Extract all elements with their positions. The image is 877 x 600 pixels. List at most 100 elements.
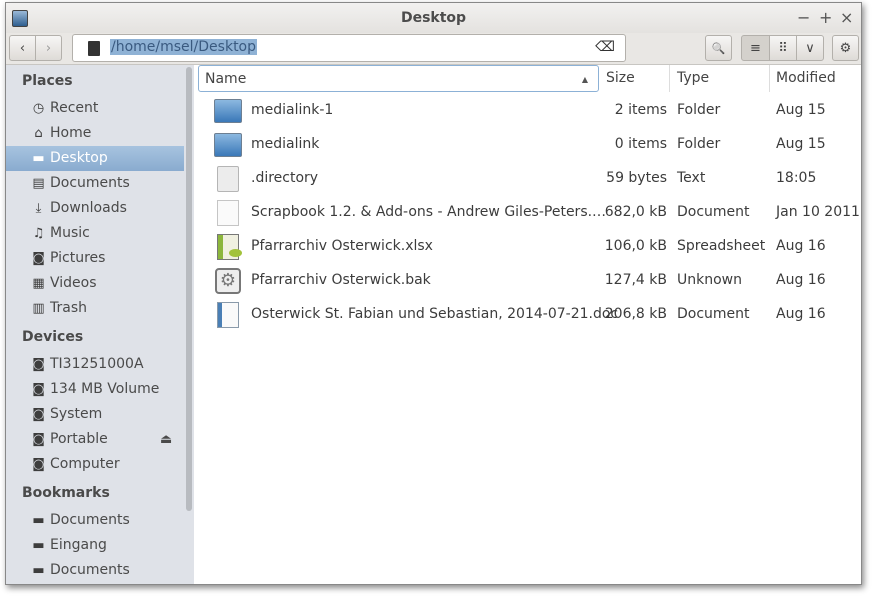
scrollbar-thumb[interactable]	[186, 67, 192, 511]
sidebar-item-label: Portable	[50, 431, 108, 447]
sidebar-item-videos[interactable]: ▦ Videos	[6, 271, 184, 296]
file-size: 682,0 kB	[604, 204, 667, 220]
drive-icon: ◙	[32, 432, 45, 447]
sidebar-item-label: TI31251000A	[50, 356, 144, 372]
list-view-button[interactable]: ≡	[741, 35, 770, 61]
sheet-file-icon	[214, 233, 242, 261]
column-header-size[interactable]: Size	[600, 65, 670, 92]
file-name: Scrapbook 1.2. & Add-ons - Andrew Giles-…	[251, 204, 607, 220]
sort-ascending-icon: ▲	[581, 75, 588, 84]
sidebar-item-label: Desktop	[50, 150, 108, 166]
column-header-type[interactable]: Type	[671, 65, 770, 92]
sidebar-item-documents[interactable]: ▬ Documents	[6, 508, 184, 533]
settings-button[interactable]: ⚙	[832, 35, 859, 61]
sidebar-item-desktop[interactable]: ▬ Desktop	[6, 146, 184, 171]
sidebar-item-label: Documents	[50, 175, 130, 191]
file-type: Spreadsheet	[677, 238, 766, 254]
file-modified: Aug 16	[776, 306, 826, 322]
file-size: 59 bytes	[606, 170, 667, 186]
file-row[interactable]: .directory 59 bytes Text 18:05	[196, 162, 861, 196]
grid-view-button[interactable]: ⠿	[769, 35, 797, 61]
file-size: 0 items	[614, 136, 667, 152]
file-row[interactable]: Osterwick St. Fabian und Sebastian, 2014…	[196, 298, 861, 332]
toolbar: ‹ › /home/msel/Desktop ⌫ 🔍 ≡ ⠿ ∨ ⚙	[6, 33, 861, 65]
file-modified: 18:05	[776, 170, 817, 186]
file-row[interactable]: medialink-1 2 items Folder Aug 15	[196, 94, 861, 128]
file-name: Pfarrarchiv Osterwick.bak	[251, 272, 431, 288]
music-icon: ♫	[32, 226, 45, 241]
clock-icon: ◷	[32, 101, 45, 116]
sidebar-item-label: Documents	[50, 562, 130, 578]
sidebar-section-devices: Devices	[22, 329, 84, 345]
file-list: Name ▲ Size Type Modified medialink-1 2 i…	[196, 65, 861, 584]
sidebar-item-music[interactable]: ♫ Music	[6, 221, 184, 246]
sidebar-item-label: Trash	[50, 300, 87, 316]
drive-icon: ◙	[32, 382, 45, 397]
file-row[interactable]: medialink 0 items Folder Aug 15	[196, 128, 861, 162]
folder-icon: ▬	[32, 538, 45, 553]
maximize-button[interactable]: +	[819, 8, 832, 27]
file-size: 127,4 kB	[604, 272, 667, 288]
location-input[interactable]: /home/msel/Desktop	[110, 39, 258, 55]
drive-icon: ◙	[32, 457, 45, 472]
text-file-icon	[214, 165, 242, 193]
sidebar-item-pictures[interactable]: ◙ Pictures	[6, 246, 184, 271]
document-icon: ▤	[32, 176, 45, 191]
file-type: Unknown	[677, 272, 742, 288]
location-bar[interactable]: /home/msel/Desktop ⌫	[72, 34, 626, 62]
sidebar-item-label: Eingang	[50, 537, 107, 553]
file-size: 2 items	[614, 102, 667, 118]
folder-file-icon	[214, 131, 242, 159]
file-modified: Aug 15	[776, 136, 826, 152]
file-modified: Aug 15	[776, 102, 826, 118]
sidebar-item-label: Music	[50, 225, 90, 241]
file-row[interactable]: Scrapbook 1.2. & Add-ons - Andrew Giles-…	[196, 196, 861, 230]
sidebar: Places ◷ Recent ⌂ Home ▬ Desktop ▤ Documents ⤓ Dow…	[6, 65, 184, 584]
sidebar-item-documents[interactable]: ▬ Documents	[6, 558, 184, 583]
file-name: Pfarrarchiv Osterwick.xlsx	[251, 238, 433, 254]
search-icon: 🔍	[711, 41, 726, 55]
file-name: .directory	[251, 170, 319, 186]
sidebar-item-home[interactable]: ⌂ Home	[6, 121, 184, 146]
sidebar-item-computer[interactable]: ◙ Computer	[6, 452, 184, 477]
sidebar-item-label: Downloads	[50, 200, 127, 216]
file-type: Folder	[677, 136, 721, 152]
back-button[interactable]: ‹	[9, 35, 36, 61]
sidebar-item-ti31251000a[interactable]: ◙ TI31251000A	[6, 352, 184, 377]
sidebar-item-downloads[interactable]: ⤓ Downloads	[6, 196, 184, 221]
sidebar-item-system[interactable]: ◙ System	[6, 402, 184, 427]
forward-button[interactable]: ›	[35, 35, 62, 61]
minimize-button[interactable]: −	[797, 8, 810, 27]
file-row[interactable]: ⚙ Pfarrarchiv Osterwick.bak 127,4 kB Unknow…	[196, 264, 861, 298]
drive-icon: ◙	[32, 407, 45, 422]
drive-icon: ◙	[32, 357, 45, 372]
clear-icon[interactable]: ⌫	[595, 39, 615, 55]
sidebar-item-eingang[interactable]: ▬ Eingang	[6, 533, 184, 558]
column-header-modified[interactable]: Modified	[770, 65, 861, 92]
sidebar-item-portable[interactable]: ◙ Portable ⏏	[6, 427, 184, 452]
sidebar-item-label: Recent	[50, 100, 99, 116]
file-modified: Jan 10 2011	[776, 204, 860, 220]
sidebar-item-label: Pictures	[50, 250, 106, 266]
file-row[interactable]: Pfarrarchiv Osterwick.xlsx 106,0 kB Spread…	[196, 230, 861, 264]
film-icon: ▦	[32, 276, 45, 291]
file-type: Document	[677, 306, 750, 322]
sidebar-item-134-mb-volume[interactable]: ◙ 134 MB Volume	[6, 377, 184, 402]
sidebar-item-label: 134 MB Volume	[50, 381, 160, 397]
column-header-name[interactable]: Name ▲	[198, 65, 599, 92]
sidebar-section-places: Places	[22, 73, 73, 89]
eject-icon[interactable]: ⏏	[160, 427, 172, 452]
window-title: Desktop	[400, 10, 467, 26]
sidebar-section-bookmarks: Bookmarks	[22, 485, 110, 501]
view-menu-button[interactable]: ∨	[796, 35, 824, 61]
search-button[interactable]: 🔍	[705, 35, 732, 61]
gear-file-icon: ⚙	[214, 267, 242, 295]
file-type: Folder	[677, 102, 721, 118]
sidebar-item-trash[interactable]: ▥ Trash	[6, 296, 184, 321]
sidebar-scrollbar[interactable]	[184, 65, 194, 584]
file-type: Text	[677, 170, 706, 186]
file-name: medialink-1	[251, 102, 334, 118]
sidebar-item-recent[interactable]: ◷ Recent	[6, 96, 184, 121]
close-button[interactable]: ×	[840, 8, 853, 27]
sidebar-item-documents[interactable]: ▤ Documents	[6, 171, 184, 196]
